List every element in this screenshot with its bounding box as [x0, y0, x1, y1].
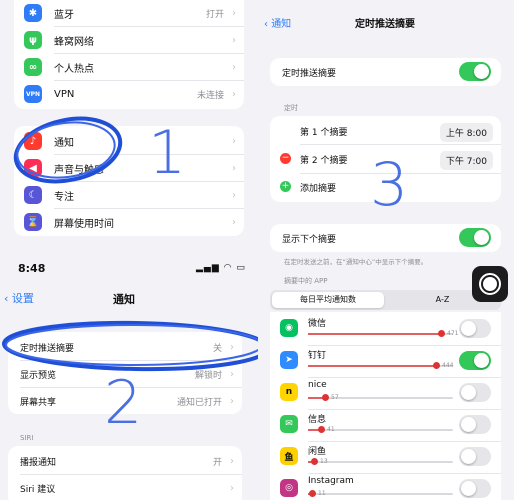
settings-panel: ✱ 蓝牙 打开 › ψ 蜂窝网络 › ∞ 个人热点 › VPN VPN 未连接 …	[0, 0, 258, 258]
next-summary-card: 显示下个摘要	[270, 224, 501, 252]
summary-toggle-card: 定时推送摘要	[270, 58, 501, 86]
app-name: 微信	[308, 319, 327, 329]
app-count: 444	[442, 362, 454, 369]
app-row[interactable]: ✉ 信息 41	[270, 410, 501, 440]
app-row[interactable]: ◎ Instagram 11	[270, 474, 501, 500]
app-summary-toggle[interactable]	[459, 383, 491, 402]
dingtalk-icon: ➤	[280, 351, 298, 369]
app-count: 11	[318, 490, 326, 497]
messages-icon: ✉	[280, 415, 298, 433]
app-row[interactable]: 鱼闲鱼 13	[270, 442, 501, 472]
annotation-number-2: 2	[104, 368, 143, 438]
notification-volume-bar	[308, 394, 453, 401]
app-row[interactable]: ◉ 微信 471	[270, 314, 501, 344]
app-count: 57	[331, 394, 339, 401]
notifications-panel: 8:48 ▂▄▆ ◠ ▭ ‹ 设置 通知 定时推送摘要 关 › 显示预览 解锁时…	[0, 258, 258, 500]
app-row[interactable]: ➤ 钉钉 444	[270, 346, 501, 376]
app-count: 471	[447, 330, 459, 337]
segment-by-count[interactable]: 每日平均通知数	[272, 292, 384, 308]
app-name: Instagram	[308, 476, 354, 486]
wechat-icon: ◉	[280, 319, 298, 337]
next-summary-note: 在定时发送之前，在“通知中心”中显示下个摘要。	[284, 258, 428, 266]
annotation-number-1: 1	[148, 118, 187, 188]
app-summary-toggle[interactable]	[459, 415, 491, 434]
app-name: 信息	[308, 415, 327, 425]
app-summary-toggle[interactable]	[459, 447, 491, 466]
time-picker[interactable]: 上午 8:00	[439, 123, 493, 142]
app-name: 钉钉	[308, 351, 327, 361]
app-list: ◉ 微信 471 ➤ 钉钉 444 n nice 57 ✉ 信息 41 鱼闲鱼 13 ◎ Instagram 1…	[270, 312, 501, 500]
schedule-label: 第 1 个摘要	[300, 127, 348, 138]
page-title: 定时推送摘要	[355, 19, 415, 30]
app-name: nice	[308, 380, 327, 390]
xianyu-icon: 鱼	[280, 447, 298, 465]
apps-section-header: 摘要中的 APP	[284, 277, 328, 285]
time-picker[interactable]: 下午 7:00	[439, 151, 493, 170]
annotation-number-3: 3	[370, 150, 409, 220]
scheduled-summary-panel: ‹ 通知 定时推送摘要 定时推送摘要 定时 第 1 个摘要 上午 8:00 − …	[258, 0, 514, 500]
remove-circle-icon[interactable]: −	[280, 153, 291, 164]
annotation-circle-3-dummy	[258, 0, 259, 1]
notification-volume-bar	[308, 490, 453, 497]
notification-volume-bar	[308, 362, 453, 369]
nice-icon: n	[280, 383, 298, 401]
notification-volume-bar	[308, 458, 453, 465]
app-summary-toggle[interactable]	[459, 319, 491, 338]
app-row[interactable]: n nice 57	[270, 378, 501, 408]
next-summary-toggle[interactable]	[459, 228, 491, 247]
app-count: 13	[320, 458, 328, 465]
app-summary-toggle[interactable]	[459, 351, 491, 370]
summary-toggle[interactable]	[459, 62, 491, 81]
schedule-row-1[interactable]: 第 1 个摘要 上午 8:00	[270, 118, 501, 144]
back-button[interactable]: ‹ 通知	[264, 15, 291, 30]
app-summary-toggle[interactable]	[459, 479, 491, 498]
app-count: 41	[327, 426, 335, 433]
sort-segmented-control: 每日平均通知数 A-Z	[270, 290, 501, 310]
add-circle-icon: +	[280, 181, 291, 192]
assistive-touch-button[interactable]	[472, 266, 508, 302]
next-summary-label: 显示下个摘要	[282, 235, 337, 245]
schedule-section-header: 定时	[284, 104, 298, 112]
notification-volume-bar	[308, 330, 453, 337]
instagram-icon: ◎	[280, 479, 298, 497]
app-name: 闲鱼	[308, 447, 327, 457]
annotation-circle-1	[13, 116, 123, 184]
schedule-label: 第 2 个摘要	[300, 155, 348, 166]
summary-toggle-label: 定时推送摘要	[282, 69, 337, 79]
add-summary-label: 添加摘要	[300, 183, 337, 194]
